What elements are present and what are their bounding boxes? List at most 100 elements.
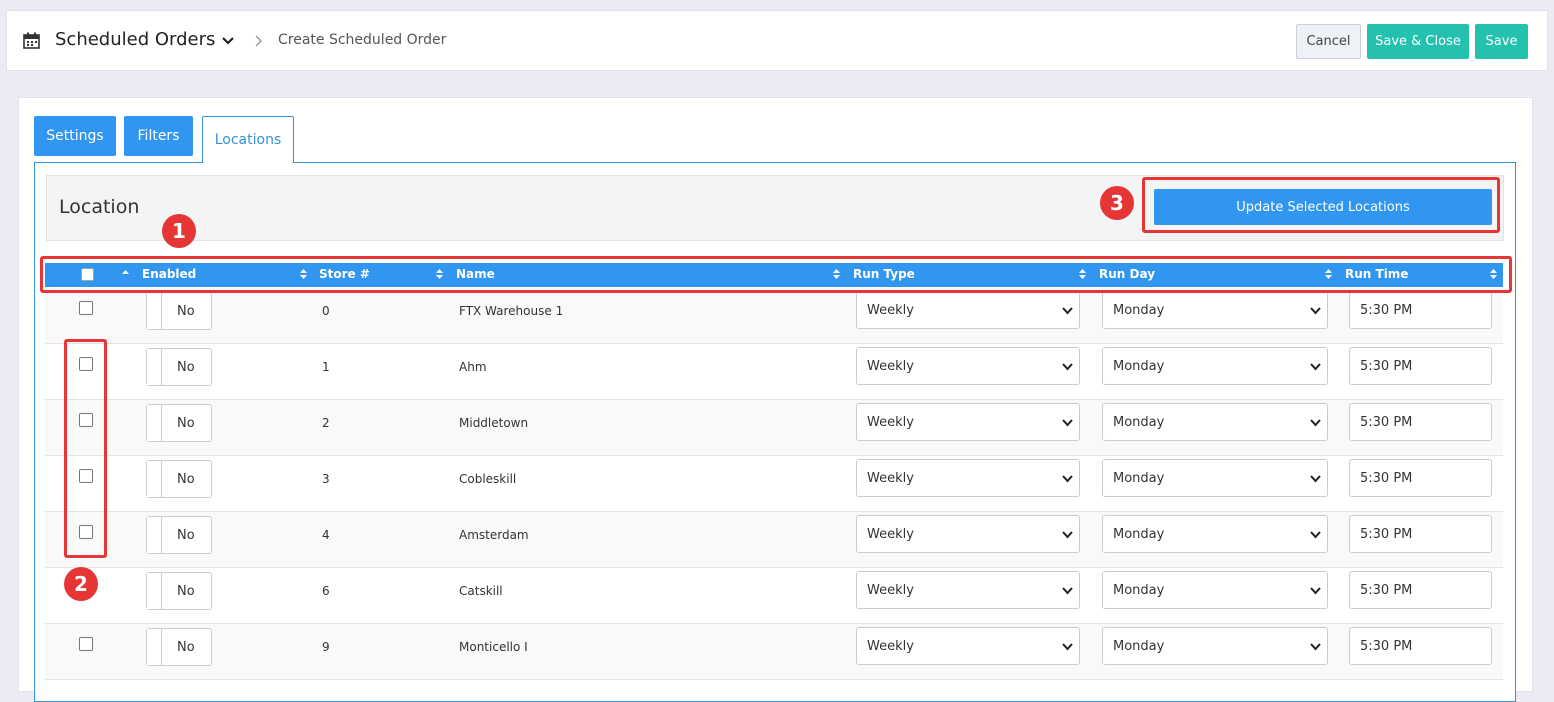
run-time-value: 5:30 PM: [1360, 639, 1413, 654]
run-type-value: Weekly: [867, 359, 914, 374]
chevron-down-icon: [1062, 643, 1073, 651]
run-time-value: 5:30 PM: [1360, 359, 1413, 374]
run-day-value: Monday: [1113, 359, 1165, 374]
chevron-down-icon[interactable]: [221, 36, 235, 46]
chevron-right-icon: [255, 35, 262, 47]
location-name: Middletown: [459, 416, 529, 430]
chevron-down-icon: [1310, 363, 1321, 371]
save-button[interactable]: Save: [1475, 24, 1528, 59]
location-name: Amsterdam: [459, 528, 529, 542]
table-row: No 6 Catskill Weekly Monday 5:30 PM: [45, 568, 1503, 624]
store-number: 4: [322, 528, 330, 542]
cancel-button[interactable]: Cancel: [1296, 24, 1361, 59]
store-number: 0: [322, 304, 330, 318]
tab-filters[interactable]: Filters: [124, 116, 193, 156]
table-row: No 9 Monticello I Weekly Monday 5:30 PM: [45, 624, 1503, 680]
location-name: Catskill: [459, 584, 503, 598]
breadcrumb-current: Create Scheduled Order: [278, 32, 447, 48]
run-type-select[interactable]: Weekly: [856, 515, 1080, 553]
run-type-value: Weekly: [867, 583, 914, 598]
chevron-down-icon: [1062, 363, 1073, 371]
table-row: No 2 Middletown Weekly Monday 5:30 PM: [45, 400, 1503, 456]
run-day-select[interactable]: Monday: [1102, 403, 1328, 441]
run-type-select[interactable]: Weekly: [856, 403, 1080, 441]
enabled-value: No: [177, 528, 195, 543]
run-type-value: Weekly: [867, 471, 914, 486]
run-time-input[interactable]: 5:30 PM: [1349, 291, 1492, 329]
run-day-value: Monday: [1113, 527, 1165, 542]
toggle-knob[interactable]: [147, 293, 162, 329]
save-close-button[interactable]: Save & Close: [1367, 24, 1469, 59]
annotation-box-header: [40, 256, 1512, 293]
row-select-checkbox[interactable]: [79, 637, 93, 651]
run-type-select[interactable]: Weekly: [856, 291, 1080, 329]
enabled-value: No: [177, 304, 195, 319]
toggle-knob[interactable]: [147, 461, 162, 497]
run-type-value: Weekly: [867, 639, 914, 654]
location-title: Location: [59, 196, 140, 218]
run-time-input[interactable]: 5:30 PM: [1349, 627, 1492, 665]
annotation-box-update-button: [1142, 177, 1500, 233]
run-day-select[interactable]: Monday: [1102, 515, 1328, 553]
toggle-knob[interactable]: [147, 517, 162, 553]
enabled-toggle[interactable]: No: [146, 628, 212, 666]
enabled-value: No: [177, 360, 195, 375]
chevron-down-icon: [1062, 475, 1073, 483]
chevron-down-icon: [1310, 587, 1321, 595]
run-time-input[interactable]: 5:30 PM: [1349, 459, 1492, 497]
location-name: Monticello I: [459, 640, 528, 654]
run-time-input[interactable]: 5:30 PM: [1349, 571, 1492, 609]
enabled-toggle[interactable]: No: [146, 348, 212, 386]
row-select-checkbox[interactable]: [79, 301, 93, 315]
run-day-value: Monday: [1113, 303, 1165, 318]
enabled-toggle[interactable]: No: [146, 516, 212, 554]
store-number: 9: [322, 640, 330, 654]
chevron-down-icon: [1310, 475, 1321, 483]
run-day-select[interactable]: Monday: [1102, 459, 1328, 497]
toggle-knob[interactable]: [147, 405, 162, 441]
table-row: No 0 FTX Warehouse 1 Weekly Monday 5:30 PM: [45, 288, 1503, 344]
chevron-down-icon: [1310, 531, 1321, 539]
run-day-select[interactable]: Monday: [1102, 347, 1328, 385]
toggle-knob[interactable]: [147, 573, 162, 609]
callout-badge-1: 1: [162, 214, 196, 248]
run-type-select[interactable]: Weekly: [856, 627, 1080, 665]
run-type-value: Weekly: [867, 303, 914, 318]
enabled-toggle[interactable]: No: [146, 292, 212, 330]
enabled-toggle[interactable]: No: [146, 460, 212, 498]
chevron-down-icon: [1062, 419, 1073, 427]
toggle-knob[interactable]: [147, 349, 162, 385]
tab-settings[interactable]: Settings: [34, 116, 116, 156]
table-row: No 3 Cobleskill Weekly Monday 5:30 PM: [45, 456, 1503, 512]
store-number: 6: [322, 584, 330, 598]
run-day-value: Monday: [1113, 471, 1165, 486]
run-type-value: Weekly: [867, 527, 914, 542]
run-type-select[interactable]: Weekly: [856, 347, 1080, 385]
run-type-select[interactable]: Weekly: [856, 571, 1080, 609]
run-time-input[interactable]: 5:30 PM: [1349, 347, 1492, 385]
run-day-value: Monday: [1113, 583, 1165, 598]
top-bar: Scheduled Orders Create Scheduled Order …: [6, 10, 1548, 71]
run-day-select[interactable]: Monday: [1102, 571, 1328, 609]
tab-locations[interactable]: Locations: [202, 116, 294, 163]
run-time-value: 5:30 PM: [1360, 303, 1413, 318]
chevron-down-icon: [1062, 531, 1073, 539]
chevron-down-icon: [1062, 587, 1073, 595]
store-number: 3: [322, 472, 330, 486]
toggle-knob[interactable]: [147, 629, 162, 665]
store-number: 1: [322, 360, 330, 374]
run-day-value: Monday: [1113, 639, 1165, 654]
enabled-value: No: [177, 416, 195, 431]
run-time-input[interactable]: 5:30 PM: [1349, 403, 1492, 441]
enabled-toggle[interactable]: No: [146, 404, 212, 442]
run-day-select[interactable]: Monday: [1102, 627, 1328, 665]
callout-badge-3: 3: [1100, 186, 1134, 220]
run-day-select[interactable]: Monday: [1102, 291, 1328, 329]
page-title[interactable]: Scheduled Orders: [55, 29, 215, 50]
enabled-toggle[interactable]: No: [146, 572, 212, 610]
run-type-select[interactable]: Weekly: [856, 459, 1080, 497]
enabled-value: No: [177, 472, 195, 487]
location-name: FTX Warehouse 1: [459, 304, 564, 318]
run-time-input[interactable]: 5:30 PM: [1349, 515, 1492, 553]
store-number: 2: [322, 416, 330, 430]
